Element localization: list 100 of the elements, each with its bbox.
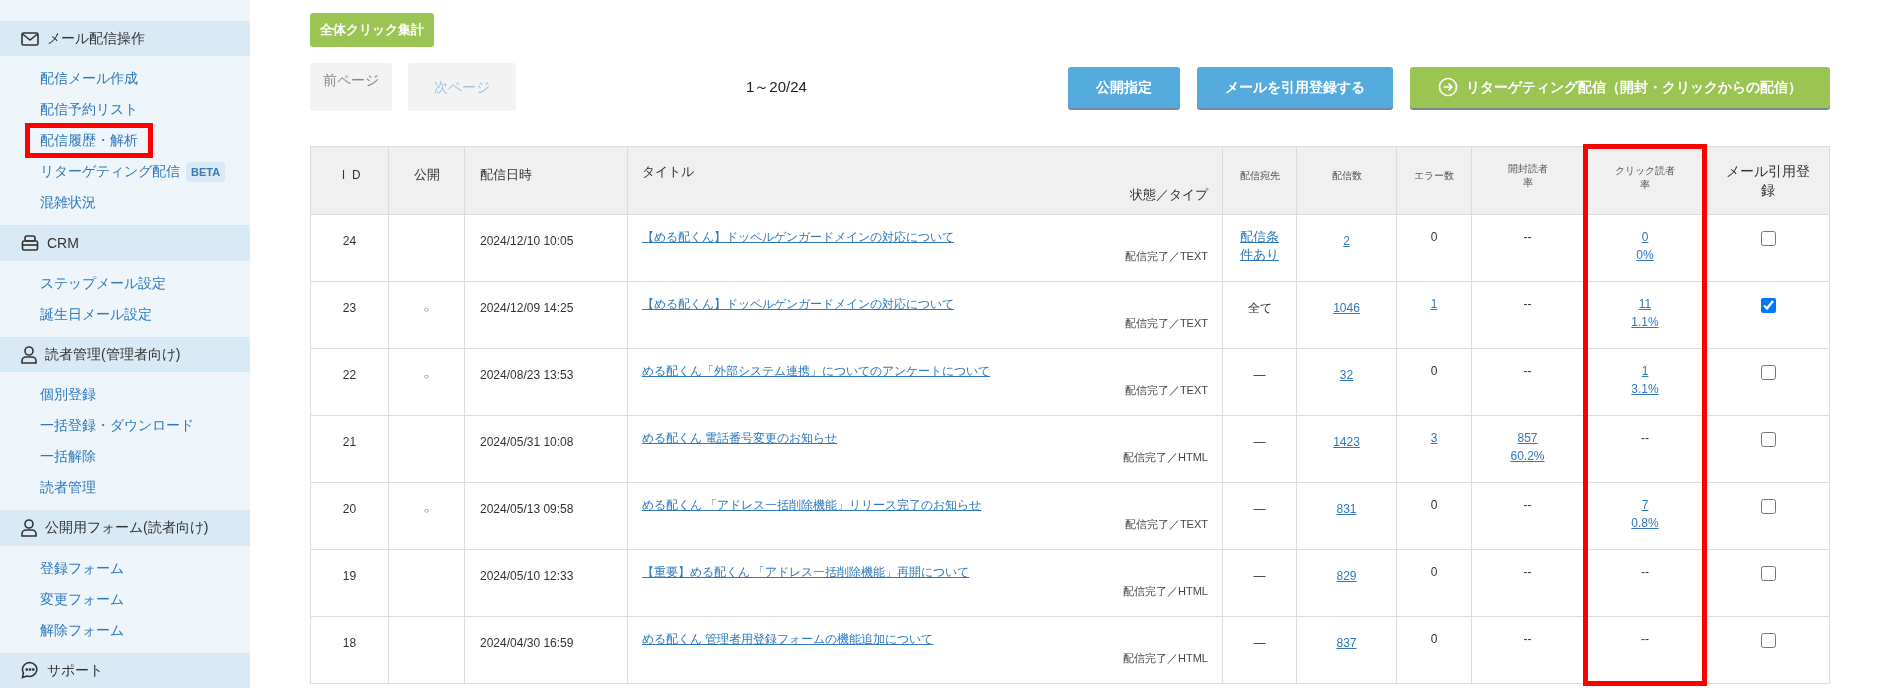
click-rate-link[interactable]: 7 <box>1641 496 1649 514</box>
sidebar-link[interactable]: 解除フォーム <box>40 619 124 641</box>
click-rate: -- <box>1641 430 1649 447</box>
status-text: 配信完了／HTML <box>1123 450 1208 465</box>
click-rate-link[interactable]: 1.1% <box>1631 313 1659 331</box>
column-header[interactable]: 開封読者率 <box>1506 162 1549 190</box>
status-text: 配信完了／TEXT <box>1124 383 1208 398</box>
error-count: 0 <box>1430 229 1438 246</box>
column-header[interactable]: 配信数 <box>1331 169 1362 183</box>
error-count-link[interactable]: 1 <box>1430 295 1438 313</box>
title-link[interactable]: 【重要】める配くん 「アドレス一括削除機能」再開について <box>642 563 970 581</box>
section-header[interactable]: メール配信操作 <box>0 21 250 57</box>
date-text: 2024/04/30 16:59 <box>480 636 574 650</box>
arrow-circle-icon <box>1438 77 1458 97</box>
sidebar-link[interactable]: 誕生日メール設定 <box>40 303 152 325</box>
sent-count-link[interactable]: 2 <box>1343 234 1350 248</box>
sidebar-link[interactable]: 登録フォーム <box>40 557 124 579</box>
column-header[interactable]: 公開 <box>413 167 440 182</box>
error-count: 0 <box>1430 497 1438 514</box>
public-mark: ○ <box>424 506 429 515</box>
sidebar-link[interactable]: 個別登録 <box>40 384 96 406</box>
recipient-text: — <box>1253 368 1266 382</box>
click-rate-link[interactable]: 0% <box>1636 246 1654 264</box>
click-rate-link[interactable]: 0.8% <box>1631 514 1659 532</box>
date-text: 2024/05/10 12:33 <box>480 569 574 583</box>
quote-checkbox[interactable] <box>1760 566 1776 581</box>
quote-checkbox[interactable] <box>1760 298 1776 313</box>
public-mark: ○ <box>424 305 429 314</box>
sidebar-link[interactable]: 一括解除 <box>40 446 96 468</box>
column-header[interactable]: エラー数 <box>1414 169 1454 183</box>
sidebar-link[interactable]: 変更フォーム <box>40 588 124 610</box>
sent-count-link[interactable]: 1046 <box>1333 301 1360 315</box>
section-header[interactable]: サポート <box>0 652 250 688</box>
click-rate-link[interactable]: 1 <box>1641 362 1649 380</box>
open-rate-link[interactable]: 60.2% <box>1510 447 1545 465</box>
date-text: 2024/12/09 14:25 <box>480 301 574 315</box>
sent-count-link[interactable]: 829 <box>1336 569 1357 583</box>
quote-checkbox[interactable] <box>1760 499 1776 514</box>
open-rate: -- <box>1523 631 1532 648</box>
id-text: 19 <box>342 569 357 583</box>
status-text: 配信完了／TEXT <box>1124 249 1208 264</box>
chat-bubble-icon <box>21 661 39 680</box>
id-text: 20 <box>342 502 357 516</box>
title-link[interactable]: める配くん「外部システム連携」についてのアンケートについて <box>642 362 990 380</box>
open-rate-link[interactable]: 857 <box>1517 429 1538 447</box>
open-rate: -- <box>1523 296 1532 313</box>
person-icon <box>21 345 37 364</box>
click-rate-link[interactable]: 3.1% <box>1631 380 1659 398</box>
open-rate: -- <box>1523 363 1532 380</box>
section-header[interactable]: 読者管理(管理者向け) <box>0 336 250 373</box>
date-text: 2024/12/10 10:05 <box>480 234 574 248</box>
error-count: 0 <box>1430 363 1438 380</box>
column-header[interactable]: タイトル <box>642 162 694 182</box>
sidebar-link[interactable]: 一括登録・ダウンロード <box>40 415 194 437</box>
sent-count-link[interactable]: 837 <box>1336 636 1357 650</box>
sidebar-link[interactable]: 配信予約リスト <box>40 99 138 121</box>
recipient-text: — <box>1253 636 1266 650</box>
mail-icon <box>21 31 39 46</box>
sidebar-link[interactable]: 配信履歴・解析 <box>40 130 138 152</box>
action-button[interactable]: 公開指定 <box>1068 66 1180 108</box>
sidebar-link[interactable]: ステップメール設定 <box>40 272 166 294</box>
status-text: 配信完了／TEXT <box>1124 517 1208 532</box>
click-rate-link[interactable]: 0 <box>1641 228 1649 246</box>
id-text: 24 <box>342 234 357 248</box>
date-text: 2024/08/23 13:53 <box>480 368 574 382</box>
column-header[interactable]: 配信日時 <box>480 167 532 182</box>
error-count: 0 <box>1430 564 1438 581</box>
quote-checkbox[interactable] <box>1760 365 1776 380</box>
quote-checkbox[interactable] <box>1760 231 1776 246</box>
recipient-text: — <box>1253 435 1266 449</box>
sidebar-link[interactable]: リターゲティング配信 <box>40 161 180 183</box>
action-button[interactable]: メールを引用登録する <box>1197 66 1393 108</box>
title-link[interactable]: める配くん 「アドレス一括削除機能」リリース完了のお知らせ <box>642 496 982 514</box>
sidebar-link[interactable]: 読者管理 <box>40 477 96 499</box>
column-header[interactable]: ＩＤ <box>336 167 363 182</box>
sidebar-link[interactable]: 配信メール作成 <box>40 68 138 90</box>
title-link[interactable]: 【める配くん】ドッペルゲンガードメインの対応について <box>642 228 954 246</box>
click-rate-link[interactable]: 11 <box>1638 295 1652 313</box>
id-text: 23 <box>342 301 357 315</box>
sent-count-link[interactable]: 32 <box>1339 368 1354 382</box>
sent-count-link[interactable]: 1423 <box>1333 435 1360 449</box>
title-link[interactable]: める配くん 電話番号変更のお知らせ <box>642 429 838 447</box>
error-count-link[interactable]: 3 <box>1430 429 1438 447</box>
sent-count-link[interactable]: 831 <box>1336 502 1357 516</box>
column-header[interactable]: 配信宛先 <box>1239 169 1280 183</box>
click-rate: -- <box>1641 564 1649 581</box>
quote-checkbox[interactable] <box>1760 432 1776 447</box>
quote-checkbox[interactable] <box>1760 633 1776 648</box>
sidebar-link[interactable]: 混雑状況 <box>40 192 96 214</box>
basket-icon <box>21 235 39 252</box>
title-link[interactable]: 【める配くん】ドッペルゲンガードメインの対応について <box>642 295 954 313</box>
open-rate: -- <box>1523 229 1532 246</box>
section-header[interactable]: CRM <box>0 225 250 261</box>
status-text: 配信完了／TEXT <box>1124 316 1208 331</box>
page-range: 1～20/24 <box>746 76 807 97</box>
recipient-text: — <box>1253 502 1266 516</box>
id-text: 21 <box>342 435 357 449</box>
title-link[interactable]: める配くん 管理者用登録フォームの機能追加について <box>642 630 934 648</box>
column-header[interactable]: 状態／タイプ <box>1130 184 1208 204</box>
section-header[interactable]: 公開用フォーム(読者向け) <box>0 510 250 546</box>
